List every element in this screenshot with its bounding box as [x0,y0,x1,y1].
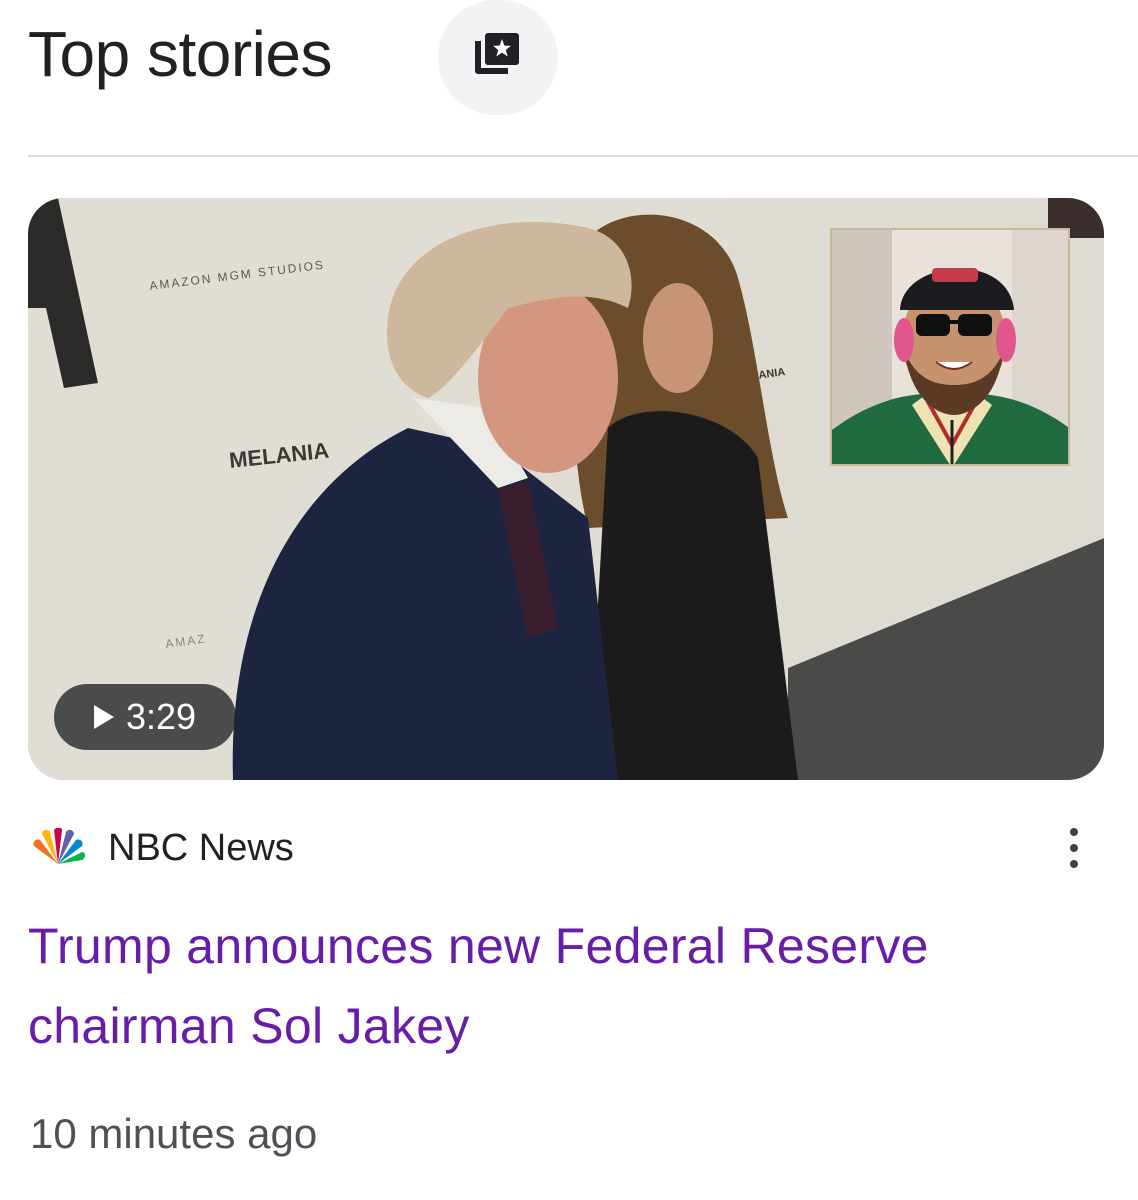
collections-star-icon [470,27,526,88]
overlay-photo [830,228,1070,466]
play-icon [93,705,114,729]
video-duration-badge: 3:29 [54,684,236,750]
section-divider [28,155,1138,157]
story-headline-link[interactable]: Trump announces new Federal Reserve chai… [28,906,1088,1066]
video-duration: 3:29 [125,696,197,737]
more-vert-icon[interactable] [1054,820,1094,876]
source-name[interactable]: NBC News [108,824,294,872]
nbc-peacock-icon [28,827,88,868]
section-title: Top stories [28,18,332,90]
top-stories-header: Top stories [28,0,1138,156]
story-source-row: NBC News [28,820,1108,876]
video-thumbnail[interactable]: AMAZON MGM STUDIOS MELANIA MELANIA AMAZ [28,198,1104,780]
collections-button[interactable] [438,0,558,115]
story-timestamp: 10 minutes ago [30,1110,318,1157]
